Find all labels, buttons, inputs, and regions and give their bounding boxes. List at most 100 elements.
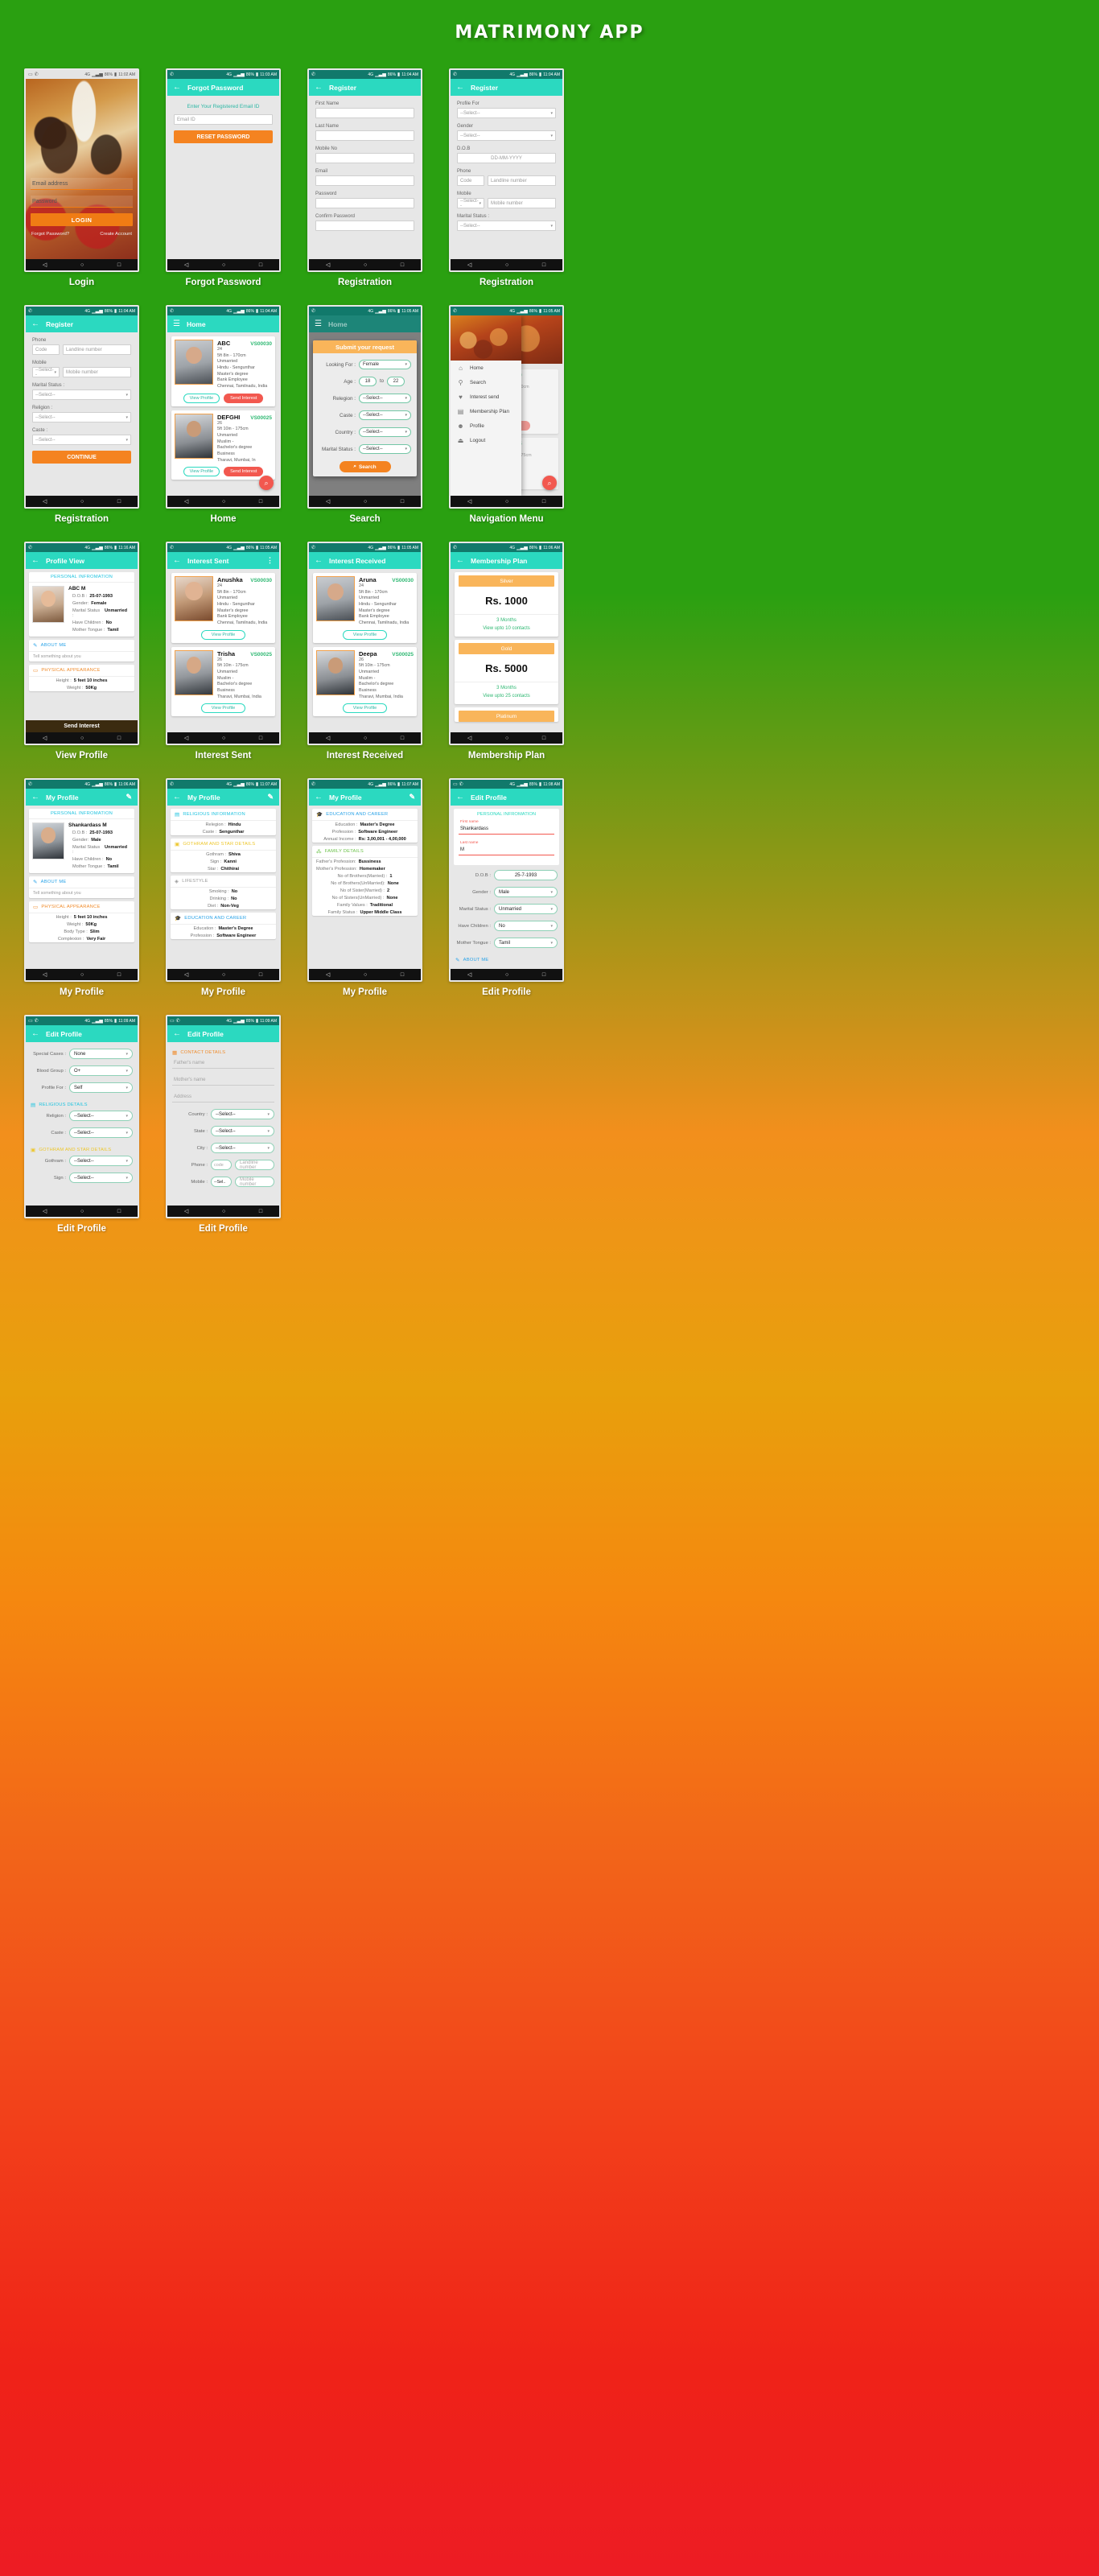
age-from-input[interactable]: 18 bbox=[359, 377, 377, 386]
nav-recent-icon[interactable]: □ bbox=[542, 972, 545, 978]
nav-back-icon[interactable]: ◁ bbox=[43, 498, 47, 505]
back-arrow-icon[interactable]: ← bbox=[456, 83, 464, 92]
nav-recent-icon[interactable]: □ bbox=[117, 972, 121, 978]
dob-input[interactable]: DD-MM-YYYY bbox=[457, 153, 556, 163]
religion-select[interactable]: --Select-- bbox=[69, 1111, 133, 1121]
plan-card-platinum[interactable]: Platinum bbox=[455, 707, 558, 723]
nav-recent-icon[interactable]: □ bbox=[259, 262, 262, 268]
marital-status-select[interactable]: --Select-- bbox=[457, 221, 556, 231]
create-account-link[interactable]: Create Account bbox=[100, 232, 132, 237]
nav-recent-icon[interactable]: □ bbox=[401, 499, 404, 505]
nav-back-icon[interactable]: ◁ bbox=[326, 262, 330, 268]
nav-home-icon[interactable]: ○ bbox=[505, 499, 508, 505]
nav-home-icon[interactable]: ○ bbox=[505, 262, 508, 268]
profile-card[interactable]: Trisha VS00025 26 5ft 10in - 175cm Unmar… bbox=[171, 646, 275, 717]
edit-pencil-icon[interactable]: ✎ bbox=[126, 793, 132, 802]
view-profile-button[interactable]: View Profile bbox=[342, 629, 388, 640]
search-fab[interactable]: ⌕ bbox=[259, 476, 274, 490]
edit-pencil-icon[interactable]: ✎ bbox=[267, 793, 274, 802]
nav-back-icon[interactable]: ◁ bbox=[184, 498, 188, 505]
nav-recent-icon[interactable]: □ bbox=[401, 736, 404, 741]
overflow-menu-icon[interactable]: ⋮ bbox=[266, 556, 274, 565]
address-input[interactable]: Address bbox=[172, 1092, 274, 1103]
back-arrow-icon[interactable]: ← bbox=[31, 1029, 39, 1038]
login-button[interactable]: LOGIN bbox=[31, 213, 133, 226]
gender-select[interactable]: --Select-- bbox=[457, 130, 556, 141]
continue-button[interactable]: CONTINUE bbox=[32, 451, 131, 464]
looking-for-select[interactable]: Female bbox=[359, 360, 411, 369]
drawer-item-search[interactable]: ⚲ Search bbox=[451, 375, 521, 389]
nav-back-icon[interactable]: ◁ bbox=[326, 971, 330, 978]
profile-for-select[interactable]: Self bbox=[69, 1082, 133, 1093]
marital-status-select[interactable]: --Select-- bbox=[32, 389, 131, 400]
profile-card[interactable]: Anushka VS00030 24 5ft 8in - 170cm Unmar… bbox=[171, 573, 275, 643]
hamburger-menu-icon[interactable]: ☰ bbox=[173, 319, 180, 328]
nav-recent-icon[interactable]: □ bbox=[401, 972, 404, 978]
mobile-number-input[interactable]: Mobile number bbox=[63, 367, 131, 377]
nav-recent-icon[interactable]: □ bbox=[117, 736, 121, 741]
mobile-number-input[interactable]: Mobile number bbox=[488, 198, 556, 208]
back-arrow-icon[interactable]: ← bbox=[456, 556, 464, 565]
forgot-password-link[interactable]: Forgot Password? bbox=[31, 232, 69, 237]
nav-back-icon[interactable]: ◁ bbox=[184, 735, 188, 741]
blood-group-select[interactable]: O+ bbox=[69, 1065, 133, 1076]
email-id-input[interactable]: Email ID bbox=[174, 114, 273, 125]
send-interest-button[interactable]: Send Interest bbox=[224, 393, 264, 403]
nav-home-icon[interactable]: ○ bbox=[364, 499, 367, 505]
sign-select[interactable]: --Select-- bbox=[69, 1173, 133, 1183]
nav-home-icon[interactable]: ○ bbox=[222, 499, 225, 505]
search-button[interactable]: ⌕ Search bbox=[339, 461, 391, 472]
back-arrow-icon[interactable]: ← bbox=[173, 556, 181, 565]
nav-back-icon[interactable]: ◁ bbox=[467, 735, 471, 741]
fathers-name-input[interactable]: Father's name bbox=[172, 1058, 274, 1069]
send-interest-button[interactable]: Send Interest bbox=[224, 467, 264, 477]
profile-card[interactable]: Deepa VS00025 26 5ft 10in - 175cm Unmarr… bbox=[313, 646, 417, 717]
mothers-name-input[interactable]: Mother's name bbox=[172, 1075, 274, 1086]
nav-back-icon[interactable]: ◁ bbox=[326, 498, 330, 505]
back-arrow-icon[interactable]: ← bbox=[31, 556, 39, 565]
mobile-number-input[interactable]: Mobile number bbox=[235, 1177, 274, 1187]
nav-recent-icon[interactable]: □ bbox=[259, 972, 262, 978]
back-arrow-icon[interactable]: ← bbox=[173, 793, 181, 802]
drawer-item-interest-send[interactable]: ♥ Interest send bbox=[451, 389, 521, 404]
nav-home-icon[interactable]: ○ bbox=[80, 736, 84, 741]
last-name-input[interactable]: M bbox=[459, 845, 554, 855]
nav-recent-icon[interactable]: □ bbox=[259, 736, 262, 741]
plan-card-silver[interactable]: Silver Rs. 1000 3 Months View upto 10 co… bbox=[455, 572, 558, 637]
drawer-item-home[interactable]: ⌂ Home bbox=[451, 361, 521, 375]
caste-select[interactable]: --Select-- bbox=[32, 435, 131, 445]
landline-number-input[interactable]: Landline number bbox=[488, 175, 556, 186]
drawer-item-membership-plan[interactable]: ▤ Membership Plan bbox=[451, 404, 521, 418]
mobile-code-select[interactable]: --Sel.. bbox=[211, 1177, 232, 1187]
dob-input[interactable]: 25-7-1993 bbox=[494, 870, 558, 880]
country-select[interactable]: --Select-- bbox=[359, 427, 411, 437]
marital-status-select[interactable]: Unmarried bbox=[494, 904, 558, 914]
nav-recent-icon[interactable]: □ bbox=[259, 1209, 262, 1214]
nav-recent-icon[interactable]: □ bbox=[542, 736, 545, 741]
password-input[interactable] bbox=[315, 198, 414, 208]
nav-back-icon[interactable]: ◁ bbox=[184, 1208, 188, 1214]
view-profile-button[interactable]: View Profile bbox=[200, 703, 246, 714]
send-interest-button[interactable]: Send Interest bbox=[26, 720, 138, 732]
gothram-select[interactable]: --Select-- bbox=[69, 1156, 133, 1166]
back-arrow-icon[interactable]: ← bbox=[173, 83, 181, 92]
nav-home-icon[interactable]: ○ bbox=[364, 736, 367, 741]
religion-select[interactable]: --Select-- bbox=[32, 412, 131, 422]
marital-status-select[interactable]: --Select-- bbox=[359, 444, 411, 454]
nav-recent-icon[interactable]: □ bbox=[542, 262, 545, 268]
nav-back-icon[interactable]: ◁ bbox=[43, 262, 47, 268]
profile-card[interactable]: Aruna VS00030 24 5ft 8in - 170cm Unmarri… bbox=[313, 573, 417, 643]
drawer-item-logout[interactable]: ⏏ Logout bbox=[451, 433, 521, 447]
caste-select[interactable]: --Select-- bbox=[359, 410, 411, 420]
edit-pencil-icon[interactable]: ✎ bbox=[409, 793, 415, 802]
nav-back-icon[interactable]: ◁ bbox=[43, 1208, 47, 1214]
profile-card[interactable]: DEFGHI VS00025 26 5ft 10in - 175cm Unmar… bbox=[171, 410, 275, 480]
nav-back-icon[interactable]: ◁ bbox=[326, 735, 330, 741]
back-arrow-icon[interactable]: ← bbox=[315, 556, 323, 565]
nav-home-icon[interactable]: ○ bbox=[80, 499, 84, 505]
back-arrow-icon[interactable]: ← bbox=[173, 1029, 181, 1038]
view-profile-button[interactable]: View Profile bbox=[183, 467, 220, 477]
have-children-select[interactable]: No bbox=[494, 921, 558, 931]
view-profile-button[interactable]: View Profile bbox=[342, 703, 388, 714]
back-arrow-icon[interactable]: ← bbox=[456, 793, 464, 802]
